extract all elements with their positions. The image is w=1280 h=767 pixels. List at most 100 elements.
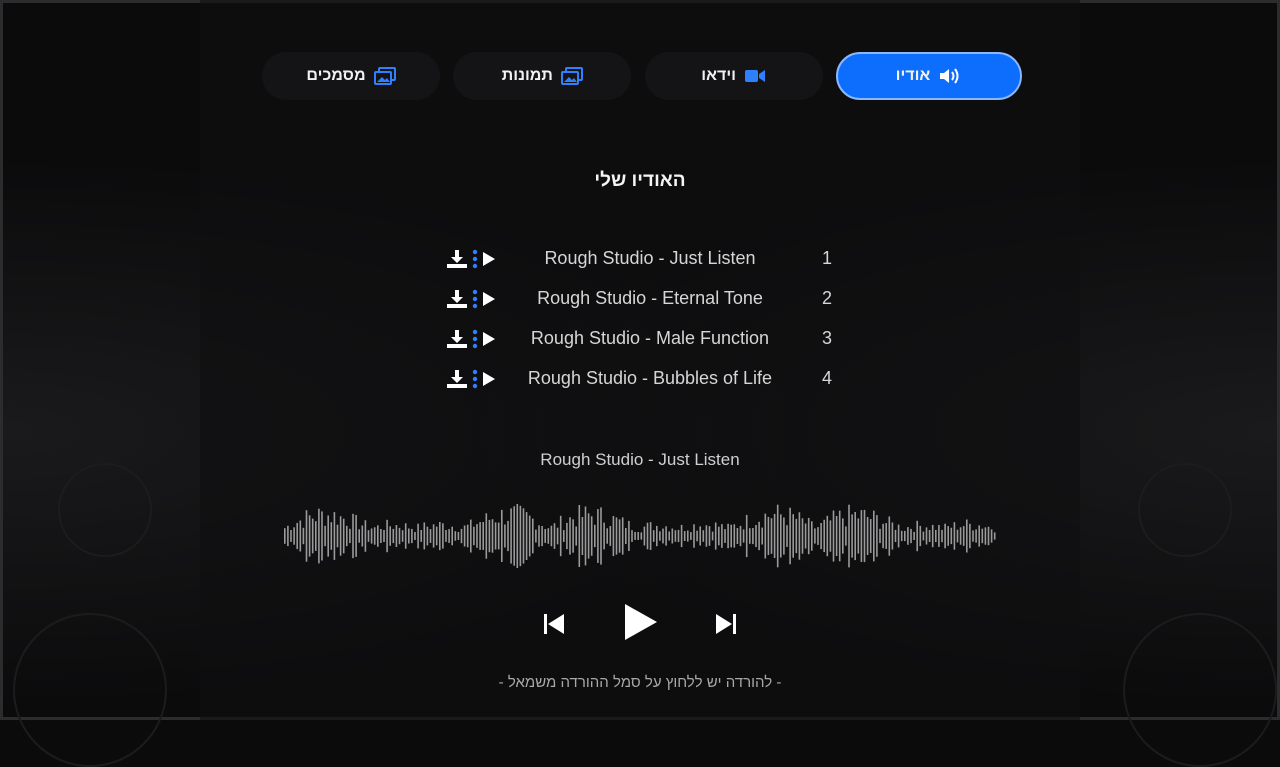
- speaker-icon: [940, 68, 959, 84]
- waveform-bar: [389, 526, 391, 546]
- waveform-bar: [764, 513, 767, 559]
- waveform-bar: [714, 522, 717, 550]
- play-icon[interactable]: [482, 291, 496, 312]
- waveform-bar: [807, 517, 810, 555]
- list-item[interactable]: Rough Studio - Just Listen 1: [440, 244, 840, 274]
- waveform-bar: [429, 529, 432, 543]
- next-track-button[interactable]: [714, 612, 738, 641]
- waveform-bar: [857, 518, 860, 554]
- waveform-bar: [488, 519, 491, 553]
- play-icon[interactable]: [482, 331, 496, 352]
- list-item[interactable]: Rough Studio - Male Function 3: [440, 324, 840, 354]
- waveform-bar: [826, 515, 829, 557]
- waveform-bar: [293, 527, 295, 545]
- waveform[interactable]: [284, 500, 1000, 572]
- download-icon[interactable]: [446, 329, 468, 354]
- waveform-bar: [634, 532, 636, 540]
- waveform-bar: [665, 526, 667, 546]
- more-options-icon[interactable]: [472, 249, 478, 274]
- list-item[interactable]: Rough Studio - Eternal Tone 2: [440, 284, 840, 314]
- waveform-bar: [643, 526, 646, 546]
- waveform-bar: [349, 528, 351, 544]
- waveform-bar: [507, 520, 509, 552]
- play-button[interactable]: [622, 602, 660, 647]
- waveform-bar: [814, 528, 816, 544]
- waveform-bar: [851, 514, 853, 558]
- waveform-bar: [566, 522, 568, 550]
- waveform-bar: [705, 525, 708, 547]
- waveform-bar: [395, 525, 398, 547]
- play-icon[interactable]: [482, 251, 496, 272]
- waveform-bar: [528, 515, 531, 557]
- waveform-bar: [649, 522, 652, 550]
- waveform-bar: [330, 522, 333, 550]
- waveform-bar: [361, 525, 364, 547]
- waveform-bar: [786, 525, 788, 547]
- waveform-bar: [752, 528, 754, 545]
- waveform-bar: [572, 519, 574, 553]
- waveform-bar: [358, 529, 360, 543]
- waveform-bar: [907, 527, 909, 545]
- download-icon[interactable]: [446, 249, 468, 274]
- previous-icon: [544, 614, 564, 634]
- waveform-bar: [420, 530, 422, 542]
- tab-documents[interactable]: מסמכים: [262, 52, 440, 100]
- waveform-bar: [993, 532, 996, 540]
- media-tabs: אודיו וידאו תמונות מסמכים: [262, 48, 1022, 104]
- waveform-bar: [364, 520, 367, 552]
- waveform-bar: [479, 522, 481, 550]
- waveform-bar: [984, 527, 987, 545]
- play-icon: [625, 604, 657, 640]
- tab-label: מסמכים: [306, 67, 366, 84]
- track-actions: [446, 329, 496, 354]
- waveform-bar: [972, 530, 974, 542]
- waveform-bar: [656, 525, 658, 547]
- waveform-bar: [559, 515, 562, 557]
- tab-images[interactable]: תמונות: [453, 52, 632, 100]
- waveform-bar: [423, 522, 426, 550]
- waveform-bar: [690, 532, 692, 540]
- waveform-bar: [603, 522, 605, 550]
- waveform-bar: [404, 523, 407, 549]
- waveform-bar: [435, 526, 438, 546]
- waveform-bar: [408, 528, 410, 544]
- more-options-icon[interactable]: [472, 329, 478, 354]
- waveform-bar: [990, 529, 993, 543]
- waveform-bar: [575, 526, 577, 546]
- waveform-bar: [544, 529, 546, 543]
- track-number: 2: [821, 288, 832, 308]
- play-icon[interactable]: [482, 371, 496, 392]
- waveform-bar: [795, 518, 798, 554]
- waveform-bar: [922, 531, 925, 541]
- waveform-bar: [913, 531, 915, 540]
- waveform-bar: [823, 519, 825, 553]
- waveform-bar: [721, 524, 723, 548]
- waveform-bar: [448, 529, 450, 543]
- waveform-bar: [451, 526, 453, 546]
- waveform-bar: [491, 519, 494, 553]
- waveform-bar: [370, 528, 373, 544]
- waveform-bar: [798, 512, 801, 560]
- more-options-icon[interactable]: [472, 369, 478, 394]
- waveform-bar: [900, 530, 903, 542]
- waveform-bar: [553, 523, 556, 549]
- download-icon[interactable]: [446, 289, 468, 314]
- waveform-bar: [711, 531, 714, 541]
- tab-audio[interactable]: אודיו: [835, 52, 1022, 100]
- waveform-bar: [510, 508, 512, 564]
- waveform-bar: [854, 512, 856, 561]
- waveform-bar: [749, 528, 751, 544]
- waveform-bar: [398, 527, 401, 545]
- waveform-bar: [606, 528, 608, 544]
- waveform-bar: [904, 530, 906, 542]
- waveform-bar: [417, 523, 419, 549]
- list-item[interactable]: Rough Studio - Bubbles of Life 4: [440, 364, 840, 394]
- tab-video[interactable]: וידאו: [644, 52, 823, 100]
- download-icon[interactable]: [446, 369, 468, 394]
- waveform-bar: [615, 517, 618, 555]
- waveform-bar: [693, 524, 695, 548]
- previous-track-button[interactable]: [542, 612, 566, 641]
- waveform-bar: [426, 526, 429, 546]
- track-title: Rough Studio - Bubbles of Life: [527, 368, 773, 388]
- more-options-icon[interactable]: [472, 289, 478, 314]
